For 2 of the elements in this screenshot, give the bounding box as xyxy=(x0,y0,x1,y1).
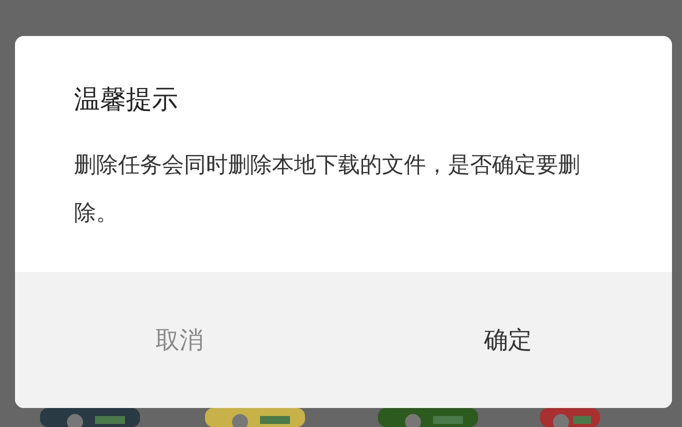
dialog-message: 删除任务会同时删除本地下载的文件，是否确定要删除。 xyxy=(74,152,581,228)
dialog-title: 温馨提示 xyxy=(74,84,179,116)
